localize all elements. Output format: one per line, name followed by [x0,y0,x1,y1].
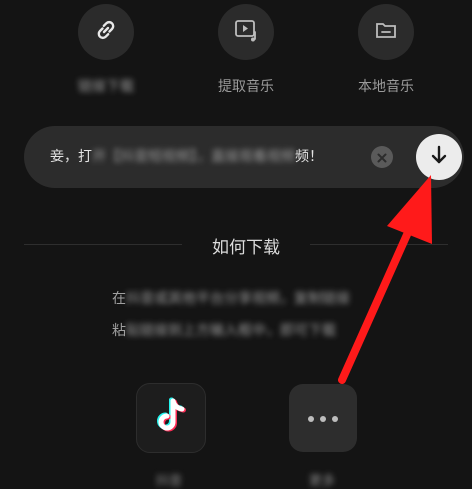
link-input-text[interactable]: 妾，打开【抖音短视频】，直接观看视频频！ [50,146,323,166]
local-music-label: 本地音乐 [358,79,414,95]
link-download-label: 链接下载 [78,79,134,95]
input-visible-suffix: 频！ [295,149,323,165]
help-line-1-prefix: 在 [112,291,126,307]
section-title: 如何下载 [212,238,280,258]
link-input-bar[interactable]: 妾，打开【抖音短视频】，直接观看视频频！ [24,126,464,188]
tiktok-icon [149,394,193,442]
arrow-down-icon [428,144,450,170]
download-button[interactable] [416,134,462,180]
link-icon [92,16,120,48]
more-dots-icon [305,409,341,428]
local-music-button[interactable] [358,4,414,60]
divider-left [24,244,182,245]
video-music-icon [231,15,261,49]
help-line-2-obscured: 贴链接到上方输入框中，即可下载 [126,323,336,339]
more-apps-label: 更多 [309,474,336,489]
help-line-2-prefix: 粘 [112,323,126,339]
help-line-2: 粘贴链接到上方输入框中，即可下载 [112,320,336,340]
extract-music-button[interactable] [218,4,274,60]
link-download-button[interactable] [78,4,134,60]
clear-input-button[interactable] [371,146,393,168]
input-visible-prefix: 妾，打 [50,149,92,165]
douyin-app-label: 抖音 [156,474,183,489]
help-line-1: 在抖音或其他平台分享视频，复制链接 [112,288,350,308]
divider-right [310,244,448,245]
more-apps-tile[interactable] [289,384,357,452]
folder-icon [372,16,400,48]
douyin-app-tile[interactable] [136,383,206,453]
close-icon [377,148,387,167]
input-obscured-text: 开【抖音短视频】，直接观看视频 [92,149,295,165]
help-line-1-obscured: 抖音或其他平台分享视频，复制链接 [126,291,350,307]
extract-music-label: 提取音乐 [218,79,274,95]
